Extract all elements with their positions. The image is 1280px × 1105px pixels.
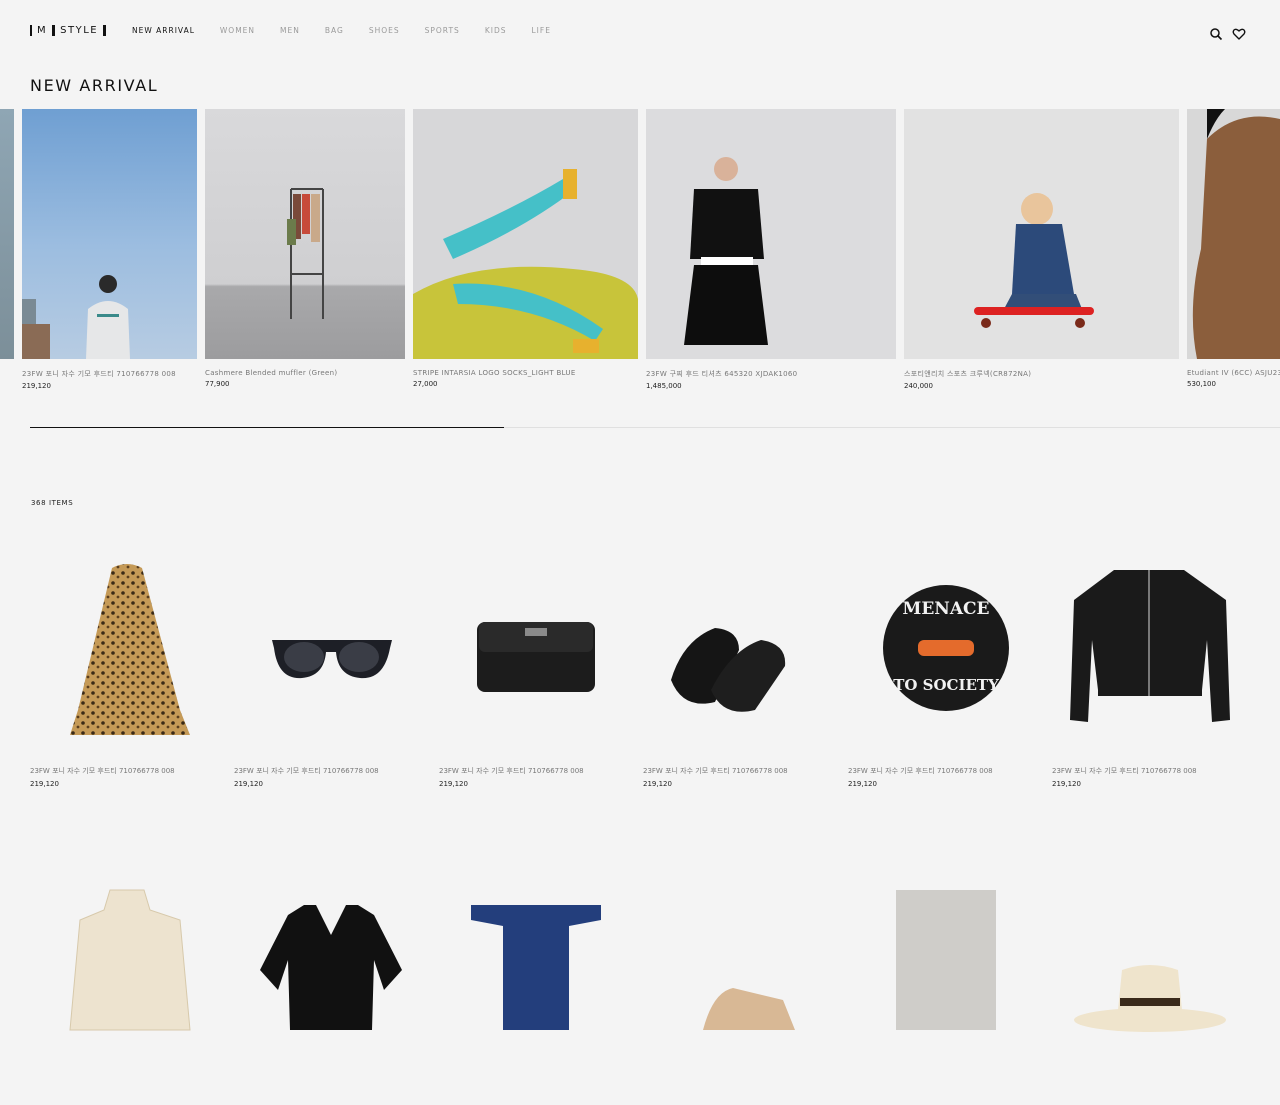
hat-icon [1052, 880, 1247, 1100]
nav-women[interactable]: WOMEN [220, 26, 255, 35]
product-price: 219,120 [30, 780, 59, 788]
product-price: 77,900 [205, 380, 230, 388]
header-actions [1209, 27, 1246, 41]
carousel-slide[interactable]: Cashmere Blended muffler (Green) 77,900 [205, 109, 405, 388]
product-price: 219,120 [234, 780, 263, 788]
shoe-icon [643, 880, 838, 1100]
product-photo [904, 109, 1179, 359]
scarf-icon [848, 880, 1043, 1100]
product-name: 23FW 포니 자수 기모 후드티 710766778 008 [1052, 767, 1197, 775]
product-name: 23FW 구찌 후드 티셔츠 645320 XJDAK1060 [646, 370, 798, 378]
patch-text-top: MENACE [903, 599, 990, 619]
patch-text-bottom: TO SOCIETY [893, 676, 999, 694]
product-price: 219,120 [22, 382, 51, 390]
leopard-cape-icon [30, 540, 225, 760]
page-title: NEW ARRIVAL [30, 76, 159, 95]
product-card[interactable] [439, 880, 634, 1100]
nav-new-arrival[interactable]: NEW ARRIVAL [132, 26, 195, 35]
product-price: 240,000 [904, 382, 933, 390]
product-name: 23FW 포니 자수 기모 후드티 710766778 008 [30, 767, 175, 775]
logo-text-left: M [37, 25, 48, 36]
product-photo [413, 109, 638, 359]
product-price: 27,000 [413, 380, 438, 388]
sunglasses-icon [234, 540, 429, 760]
product-card[interactable]: 23FW 포니 자수 기모 후드티 710766778 008 219,120 [234, 540, 429, 788]
blouse-icon [30, 880, 225, 1100]
nav-men[interactable]: MEN [280, 26, 300, 35]
search-icon[interactable] [1209, 27, 1223, 41]
carousel-slide[interactable]: Etudiant IV (6CC) ASJU23 530,100 [1187, 109, 1280, 388]
carousel-slide[interactable]: 23FW 구찌 후드 티셔츠 645320 XJDAK1060 1,485,00… [646, 109, 896, 390]
product-price: 219,120 [643, 780, 672, 788]
new-arrival-carousel[interactable]: 23FW 포니 자수 기모 후드티 710766778 008 219,120 … [0, 109, 1280, 399]
bomber-jacket-icon [1052, 540, 1247, 760]
product-name: 23FW 포니 자수 기모 후드티 710766778 008 [848, 767, 993, 775]
product-photo [646, 109, 896, 359]
menace-patch-icon: MENACE TO SOCIETY [848, 540, 1043, 760]
carousel-scrollbar[interactable] [30, 427, 1280, 428]
product-name: 23FW 포니 자수 기모 후드티 710766778 008 [234, 767, 379, 775]
product-card[interactable]: MENACE TO SOCIETY 23FW 포니 자수 기모 후드티 7107… [848, 540, 1043, 788]
product-photo [1187, 109, 1280, 359]
product-price: 530,100 [1187, 380, 1216, 388]
product-card[interactable] [643, 880, 838, 1100]
heart-icon[interactable] [1232, 27, 1246, 41]
product-card[interactable]: 23FW 포니 자수 기모 후드티 710766778 008 219,120 [1052, 540, 1247, 788]
product-card[interactable] [848, 880, 1043, 1100]
product-name: 23FW 포니 자수 기모 후드티 710766778 008 [22, 370, 176, 378]
nav-sports[interactable]: SPORTS [425, 26, 460, 35]
product-card[interactable] [1052, 880, 1247, 1100]
main-nav: NEW ARRIVAL WOMEN MEN BAG SHOES SPORTS K… [132, 26, 551, 35]
product-card[interactable]: 23FW 포니 자수 기모 후드티 710766778 008 219,120 [30, 540, 225, 788]
nav-life[interactable]: LIFE [532, 26, 551, 35]
product-name: 23FW 포니 자수 기모 후드티 710766778 008 [439, 767, 584, 775]
product-name: STRIPE INTARSIA LOGO SOCKS_LIGHT BLUE [413, 369, 576, 377]
nav-shoes[interactable]: SHOES [369, 26, 400, 35]
product-price: 219,120 [1052, 780, 1081, 788]
product-photo [22, 109, 197, 359]
product-name: 23FW 포니 자수 기모 후드티 710766778 008 [643, 767, 788, 775]
carousel-slide[interactable]: 23FW 포니 자수 기모 후드티 710766778 008 219,120 [22, 109, 197, 390]
logo-text-right: STYLE [60, 25, 99, 36]
product-name: 스포티앤리치 스포츠 크루넥(CR872NA) [904, 370, 1032, 378]
product-name: Etudiant IV (6CC) ASJU23 [1187, 369, 1280, 377]
product-card[interactable] [234, 880, 429, 1100]
velvet-top-icon [439, 880, 634, 1100]
leather-bag-icon [439, 540, 634, 760]
carousel-slide[interactable]: STRIPE INTARSIA LOGO SOCKS_LIGHT BLUE 27… [413, 109, 638, 388]
product-card[interactable] [30, 880, 225, 1100]
carousel-slide-partial-left[interactable] [0, 109, 14, 359]
product-photo [205, 109, 405, 359]
product-card[interactable]: 23FW 포니 자수 기모 후드티 710766778 008 219,120 [643, 540, 838, 788]
nav-kids[interactable]: KIDS [485, 26, 507, 35]
item-count: 368 ITEMS [31, 499, 74, 507]
nav-bag[interactable]: BAG [325, 26, 344, 35]
product-price: 219,120 [439, 780, 468, 788]
carousel-slide[interactable]: 스포티앤리치 스포츠 크루넥(CR872NA) 240,000 [904, 109, 1179, 390]
product-price: 1,485,000 [646, 382, 682, 390]
black-blouse-icon [234, 880, 429, 1100]
product-card[interactable]: 23FW 포니 자수 기모 후드티 710766778 008 219,120 [439, 540, 634, 788]
product-name: Cashmere Blended muffler (Green) [205, 369, 338, 377]
logo[interactable]: M STYLE [30, 25, 107, 36]
loafer-mules-icon [643, 540, 838, 760]
carousel-scrollbar-thumb[interactable] [30, 427, 504, 428]
product-price: 219,120 [848, 780, 877, 788]
